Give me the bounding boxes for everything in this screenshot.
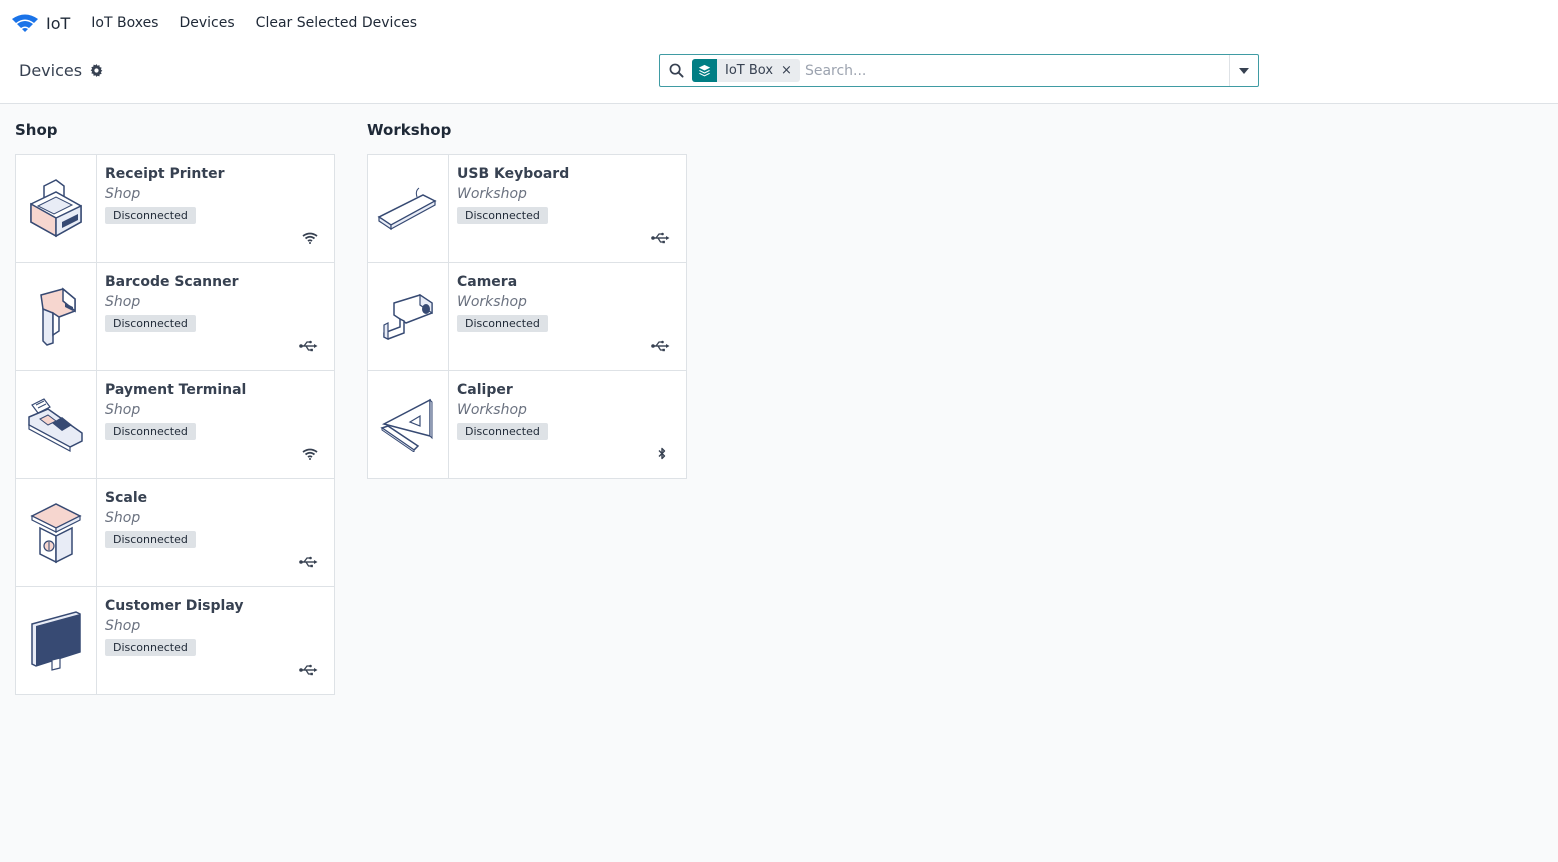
status-badge: Disconnected — [457, 315, 548, 332]
nav-item-devices[interactable]: Devices — [179, 15, 234, 31]
status-badge: Disconnected — [105, 531, 196, 548]
usb-icon — [651, 232, 670, 248]
device-location: Workshop — [457, 186, 527, 202]
device-card[interactable]: Camera Workshop Disconnected — [367, 262, 687, 371]
breadcrumb: Devices — [19, 61, 103, 80]
nav-item-iot-boxes[interactable]: IoT Boxes — [91, 15, 158, 31]
scale-image — [16, 479, 97, 586]
device-card[interactable]: Caliper Workshop Disconnected — [367, 370, 687, 479]
facet-remove-icon[interactable]: × — [781, 63, 800, 78]
device-location: Shop — [105, 618, 141, 634]
device-location: Shop — [105, 294, 141, 310]
layers-icon — [692, 59, 717, 82]
caliper-image — [368, 371, 449, 478]
wifi-icon — [302, 232, 318, 248]
bluetooth-icon — [658, 447, 666, 464]
usb-icon — [651, 340, 670, 356]
top-navbar: IoT IoT Boxes Devices Clear Selected Dev… — [0, 0, 1558, 46]
camera-image — [368, 263, 449, 370]
device-name: Scale — [105, 490, 148, 506]
barcode-scanner-image — [16, 263, 97, 370]
status-badge: Disconnected — [105, 639, 196, 656]
page-title: Devices — [19, 61, 83, 80]
wifi-icon — [302, 448, 318, 464]
app-brand[interactable]: IoT — [11, 0, 70, 46]
kanban-group-shop: Shop Receipt Printer Shop Disconnected B… — [15, 104, 335, 695]
printer-image — [16, 155, 97, 262]
status-badge: Disconnected — [105, 315, 196, 332]
usb-icon — [299, 664, 318, 680]
search-facet: IoT Box × — [692, 59, 800, 82]
wifi-logo-icon — [11, 13, 39, 33]
facet-label: IoT Box — [725, 63, 774, 78]
gear-icon[interactable] — [90, 64, 103, 77]
status-badge: Disconnected — [105, 423, 196, 440]
device-name: Caliper — [457, 382, 513, 398]
search-input[interactable] — [804, 55, 1229, 86]
device-location: Shop — [105, 510, 141, 526]
status-badge: Disconnected — [105, 207, 196, 224]
device-name: Receipt Printer — [105, 166, 225, 182]
device-location: Shop — [105, 186, 141, 202]
kanban-group-workshop: Workshop USB Keyboard Workshop Disconnec… — [367, 104, 687, 479]
search-icon[interactable] — [660, 63, 692, 78]
keyboard-image — [368, 155, 449, 262]
device-card[interactable]: Scale Shop Disconnected — [15, 478, 335, 587]
app-name: IoT — [46, 13, 71, 33]
customer-display-image — [16, 587, 97, 694]
status-badge: Disconnected — [457, 207, 548, 224]
caret-down-icon — [1239, 67, 1249, 74]
device-card[interactable]: Receipt Printer Shop Disconnected — [15, 154, 335, 263]
device-card[interactable]: Barcode Scanner Shop Disconnected — [15, 262, 335, 371]
group-title: Shop — [15, 121, 58, 139]
payment-terminal-image — [16, 371, 97, 478]
search-options-toggle[interactable] — [1229, 55, 1258, 86]
status-badge: Disconnected — [457, 423, 548, 440]
device-card[interactable]: Payment Terminal Shop Disconnected — [15, 370, 335, 479]
device-name: Camera — [457, 274, 518, 290]
device-name: Customer Display — [105, 598, 244, 614]
control-panel: Devices IoT Box × — [0, 46, 1558, 104]
device-location: Workshop — [457, 402, 527, 418]
device-name: Payment Terminal — [105, 382, 247, 398]
device-name: Barcode Scanner — [105, 274, 239, 290]
device-card[interactable]: Customer Display Shop Disconnected — [15, 586, 335, 695]
device-location: Workshop — [457, 294, 527, 310]
device-card[interactable]: USB Keyboard Workshop Disconnected — [367, 154, 687, 263]
usb-icon — [299, 340, 318, 356]
device-name: USB Keyboard — [457, 166, 570, 182]
group-title: Workshop — [367, 121, 452, 139]
device-location: Shop — [105, 402, 141, 418]
search-bar: IoT Box × — [659, 54, 1259, 87]
usb-icon — [299, 556, 318, 572]
nav-item-clear-selected-devices[interactable]: Clear Selected Devices — [256, 15, 417, 31]
